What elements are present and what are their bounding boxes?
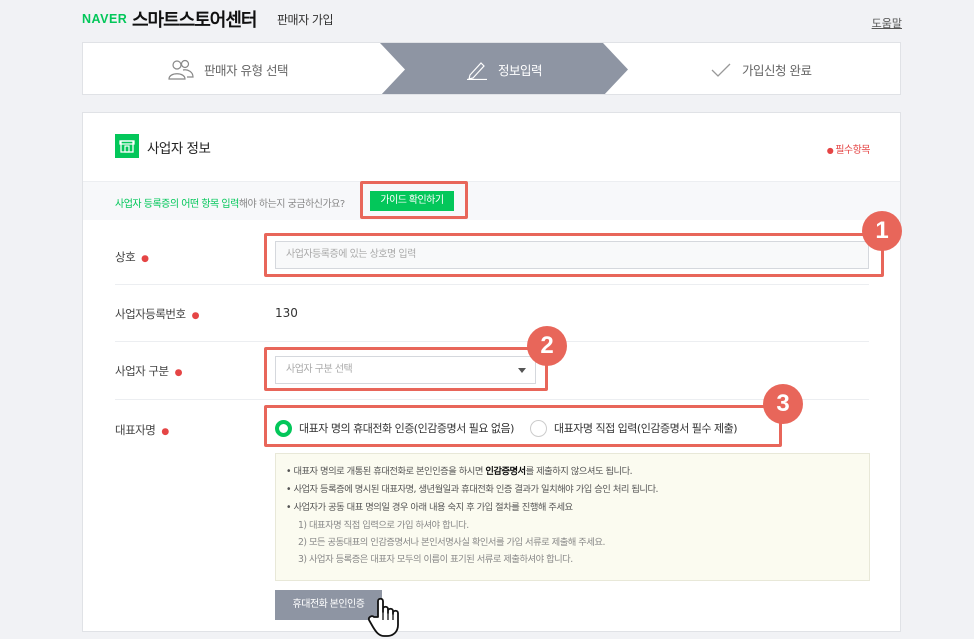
highlight-shop-input [264,233,884,277]
highlight-radio-group [264,405,782,447]
step-label: 정보입력 [498,63,543,78]
header: NAVER 스마트스토어센터 판매자 가입 도움말 [82,6,902,32]
naver-logo: NAVER [82,12,128,26]
section-title: 사업자 정보 [147,141,211,157]
page-title: 스마트스토어센터 [132,10,257,31]
business-number-value: 130 [275,306,298,320]
help-link[interactable]: 도움말 [872,15,902,31]
business-number-label: 사업자등록번호 ● [115,307,199,321]
shop-name-label: 상호 ● [115,250,149,264]
users-icon [168,59,194,80]
divider [115,284,869,285]
step-badge-1: 1 [862,211,902,251]
notice-line: • 사업자가 공동 대표 명의일 경우 아래 내용 숙지 후 가입 절차를 진행… [286,502,573,513]
progress-steps: 판매자 유형 선택 정보입력 가입신청 완료 [82,42,901,95]
notice-line: • 사업자 등록증에 명시된 대표자명, 생년월일과 휴대전화 인증 결과가 일… [286,484,659,495]
step-complete: 가입신청 완료 [710,43,812,94]
hand-cursor-icon [367,597,399,637]
check-icon [711,63,731,77]
page-subtitle: 판매자 가입 [277,13,334,27]
notice-line: • 대표자 명의로 개통된 휴대전화로 본인인증을 하시면 인감증명서를 제출하… [286,466,633,477]
notice-box: • 대표자 명의로 개통된 휴대전화로 본인인증을 하시면 인감증명서를 제출하… [275,453,870,581]
step-badge-2: 2 [527,326,567,366]
step-label: 가입신청 완료 [742,63,812,78]
step-badge-3: 3 [763,384,803,424]
highlight-type-select [264,347,548,391]
step-info-input: 정보입력 [466,43,543,94]
notice-sub-line: 2) 모든 공동대표의 인감증명서나 본인서명사실 확인서를 가입 서류로 제출… [298,537,605,548]
business-type-label: 사업자 구분 ● [115,364,182,378]
notice-sub-line: 1) 대표자명 직접 입력으로 가입 하셔야 합니다. [298,520,469,531]
divider [115,341,869,342]
guide-text: 사업자 등록증의 어떤 항목 입력해야 하는지 궁금하신가요? [115,199,345,210]
notice-sub-line: 3) 사업자 등록증은 대표자 모두의 이름이 표기된 서류로 제출하셔야 합니… [298,554,573,565]
store-icon [115,134,139,158]
pencil-icon [467,61,487,80]
step-label: 판매자 유형 선택 [204,63,288,78]
representative-label: 대표자명 ● [115,423,169,437]
step-seller-type: 판매자 유형 선택 [168,43,288,94]
required-note: ● 필수항목 [826,145,871,156]
highlight-guide-button [360,181,468,219]
guide-bar: 사업자 등록증의 어떤 항목 입력해야 하는지 궁금하신가요? 가이드 확인하기 [83,181,900,220]
divider [115,399,869,400]
